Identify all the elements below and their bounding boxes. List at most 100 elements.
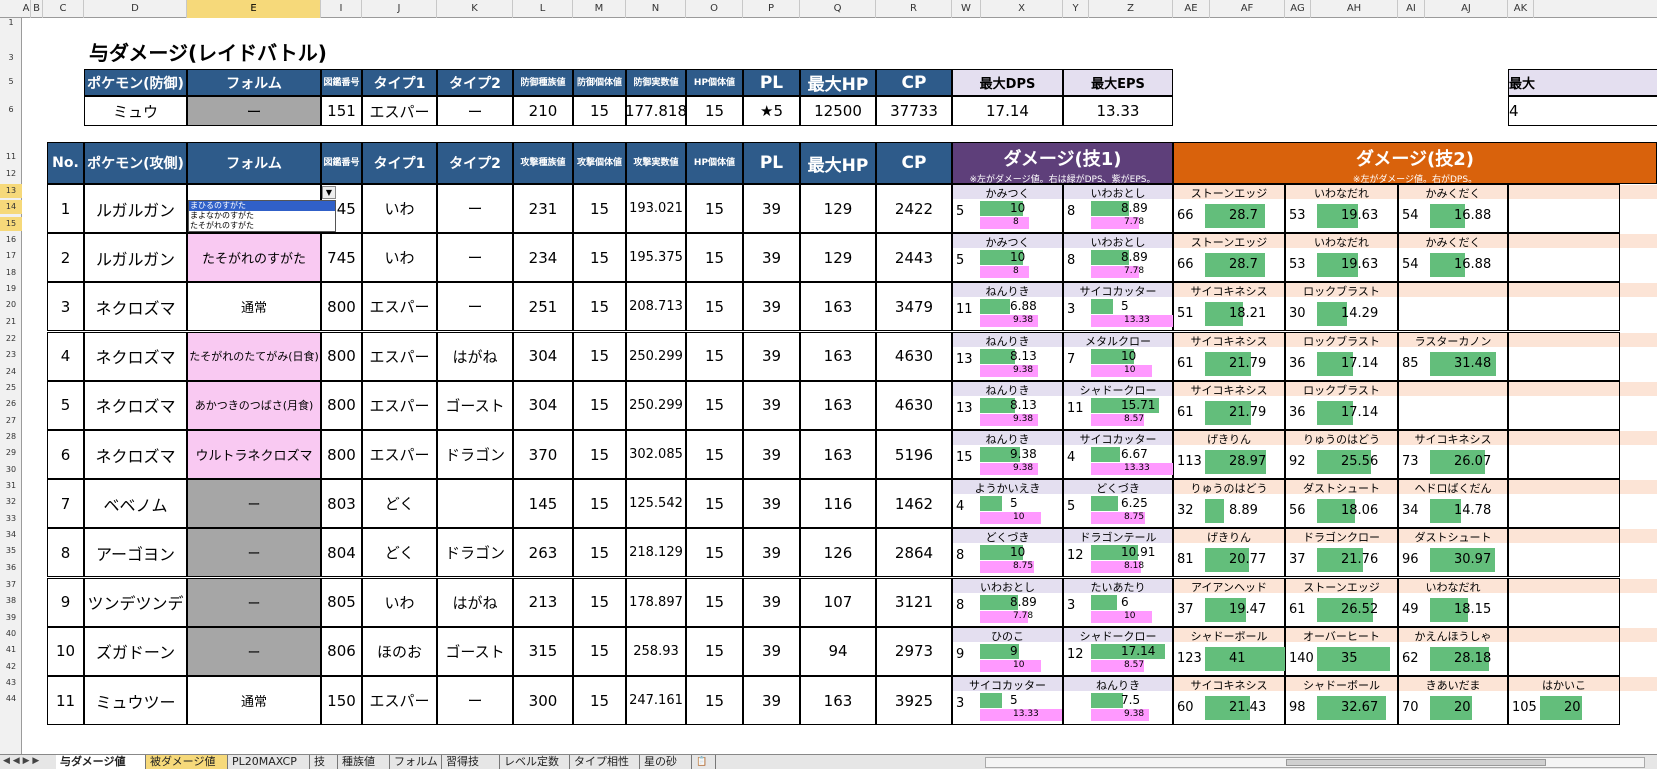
row-4-t1[interactable]: エスパー (362, 331, 437, 381)
row-2-name[interactable]: ルガルガン (84, 233, 187, 283)
row-header-18[interactable]: 18 (0, 266, 22, 280)
row-header-17[interactable]: 17 (0, 249, 22, 263)
row-5-hpiv[interactable]: 15 (686, 380, 743, 430)
column-header-i[interactable]: I (321, 0, 362, 18)
row-header-27[interactable]: 27 (0, 414, 22, 428)
row-6-no[interactable]: 6 (47, 430, 84, 479)
row-header-11[interactable]: 11 (0, 146, 22, 167)
row-3-no[interactable]: 3 (47, 282, 84, 332)
row-4-atk[interactable]: 304 (513, 331, 573, 381)
row-header-6[interactable]: 6 (0, 96, 22, 124)
row-8-name[interactable]: アーゴヨン (84, 528, 187, 578)
row-2-real[interactable]: 195.375 (626, 233, 686, 283)
row-10-hp[interactable]: 94 (800, 626, 876, 676)
row-4-pl[interactable]: 39 (743, 331, 800, 381)
row-7-t2[interactable] (437, 479, 513, 529)
row-headers[interactable]: 1 3 5 6 11 12 13 14 15 16 17 18 19 20 21 22 23 24 25 26 27 28… (0, 18, 22, 754)
row-header-41[interactable]: 41 (0, 643, 22, 657)
row-2-t1[interactable]: いわ (362, 233, 437, 283)
row-header-20[interactable]: 20 (0, 298, 22, 312)
row-5-iv[interactable]: 15 (573, 380, 626, 430)
defender-value-k[interactable]: ー (437, 96, 513, 126)
row-9-real[interactable]: 178.897 (626, 577, 686, 627)
row-3-name[interactable]: ネクロズマ (84, 282, 187, 332)
form-dropdown-list[interactable]: まひるのすがた まよなかのすがた たそがれのすがた (188, 200, 336, 232)
row-3-t2[interactable]: ー (437, 282, 513, 332)
row-8-pl[interactable]: 39 (743, 528, 800, 578)
row-header-32[interactable]: 32 (0, 495, 22, 509)
column-header-x[interactable]: X (981, 0, 1063, 18)
row-3-t1[interactable]: エスパー (362, 282, 437, 332)
row-11-pl[interactable]: 39 (743, 676, 800, 725)
row-header-31[interactable]: 31 (0, 479, 22, 493)
row-2-t2[interactable]: ー (437, 233, 513, 283)
row-header-34[interactable]: 34 (0, 528, 22, 542)
row-7-hpiv[interactable]: 15 (686, 479, 743, 529)
row-6-hp[interactable]: 163 (800, 430, 876, 479)
row-7-hp[interactable]: 116 (800, 479, 876, 529)
row-7-atk[interactable]: 145 (513, 479, 573, 529)
row-header-16[interactable]: 16 (0, 233, 22, 247)
column-header-j[interactable]: J (362, 0, 437, 18)
row-1-name[interactable]: ルガルガン (84, 184, 187, 233)
defender-value-d[interactable]: ミュウ (84, 96, 187, 126)
row-9-hp[interactable]: 107 (800, 577, 876, 627)
max-stat-value-1[interactable]: 13.33 (1063, 96, 1173, 126)
row-4-name[interactable]: ネクロズマ (84, 331, 187, 381)
row-10-atk[interactable]: 315 (513, 626, 573, 676)
row-1-t1[interactable]: いわ (362, 184, 437, 233)
row-1-no[interactable]: 1 (47, 184, 84, 233)
column-header-b[interactable]: B (31, 0, 43, 18)
row-header-37[interactable]: 37 (0, 578, 22, 592)
sheet-tab-5[interactable]: フォルム (390, 755, 442, 769)
row-2-form[interactable]: たそがれのすがた (187, 233, 321, 283)
row-9-iv[interactable]: 15 (573, 577, 626, 627)
row-1-hp[interactable]: 129 (800, 184, 876, 233)
row-2-hp[interactable]: 129 (800, 233, 876, 283)
defender-value-p[interactable]: ★5 (743, 96, 800, 126)
form-dropdown-option-1[interactable]: まよなかのすがた (189, 211, 335, 221)
form-dropdown-option-2[interactable]: たそがれのすがた (189, 221, 335, 231)
row-11-dex[interactable]: 150 (321, 676, 362, 725)
defender-value-o[interactable]: 15 (686, 96, 743, 126)
row-header-25[interactable]: 25 (0, 381, 22, 395)
row-8-cp[interactable]: 2864 (876, 528, 952, 578)
sheet-tab-0[interactable]: 与ダメージ値 (56, 755, 146, 769)
row-2-pl[interactable]: 39 (743, 233, 800, 283)
row-6-name[interactable]: ネクロズマ (84, 430, 187, 479)
row-header-21[interactable]: 21 (0, 315, 22, 329)
row-3-iv[interactable]: 15 (573, 282, 626, 332)
defender-value-n[interactable]: 177.818 (626, 96, 686, 126)
row-1-iv[interactable]: 15 (573, 184, 626, 233)
row-header-42[interactable]: 42 (0, 660, 22, 674)
row-5-real[interactable]: 250.299 (626, 380, 686, 430)
row-7-form[interactable]: ー (187, 479, 321, 529)
row-11-cp[interactable]: 3925 (876, 676, 952, 725)
defender-value-j[interactable]: エスパー (362, 96, 437, 126)
column-header-o[interactable]: O (686, 0, 743, 18)
column-header-k[interactable]: K (437, 0, 513, 18)
row-7-name[interactable]: ベベノム (84, 479, 187, 529)
scrollbar-thumb[interactable] (1286, 759, 1546, 766)
row-10-name[interactable]: ズガドーン (84, 626, 187, 676)
column-header-c[interactable]: C (43, 0, 84, 18)
column-header-p[interactable]: P (743, 0, 800, 18)
row-header-23[interactable]: 23 (0, 348, 22, 362)
row-2-no[interactable]: 2 (47, 233, 84, 283)
row-9-form[interactable]: ー (187, 577, 321, 627)
row-header-43[interactable]: 43 (0, 676, 22, 690)
row-2-atk[interactable]: 234 (513, 233, 573, 283)
defender-value-m[interactable]: 15 (573, 96, 626, 126)
tab-nav-arrows-icon[interactable]: ◀ ◀ ▶ ▶ (3, 756, 39, 766)
column-header-n[interactable]: N (626, 0, 686, 18)
row-1-pl[interactable]: 39 (743, 184, 800, 233)
row-4-no[interactable]: 4 (47, 331, 84, 381)
row-6-form[interactable]: ウルトラネクロズマ (187, 430, 321, 479)
row-9-name[interactable]: ツンデツンデ (84, 577, 187, 627)
row-8-form[interactable]: ー (187, 528, 321, 578)
row-5-pl[interactable]: 39 (743, 380, 800, 430)
row-7-cp[interactable]: 1462 (876, 479, 952, 529)
row-3-form[interactable]: 通常 (187, 282, 321, 332)
column-header-w[interactable]: W (952, 0, 981, 18)
row-11-hp[interactable]: 163 (800, 676, 876, 725)
